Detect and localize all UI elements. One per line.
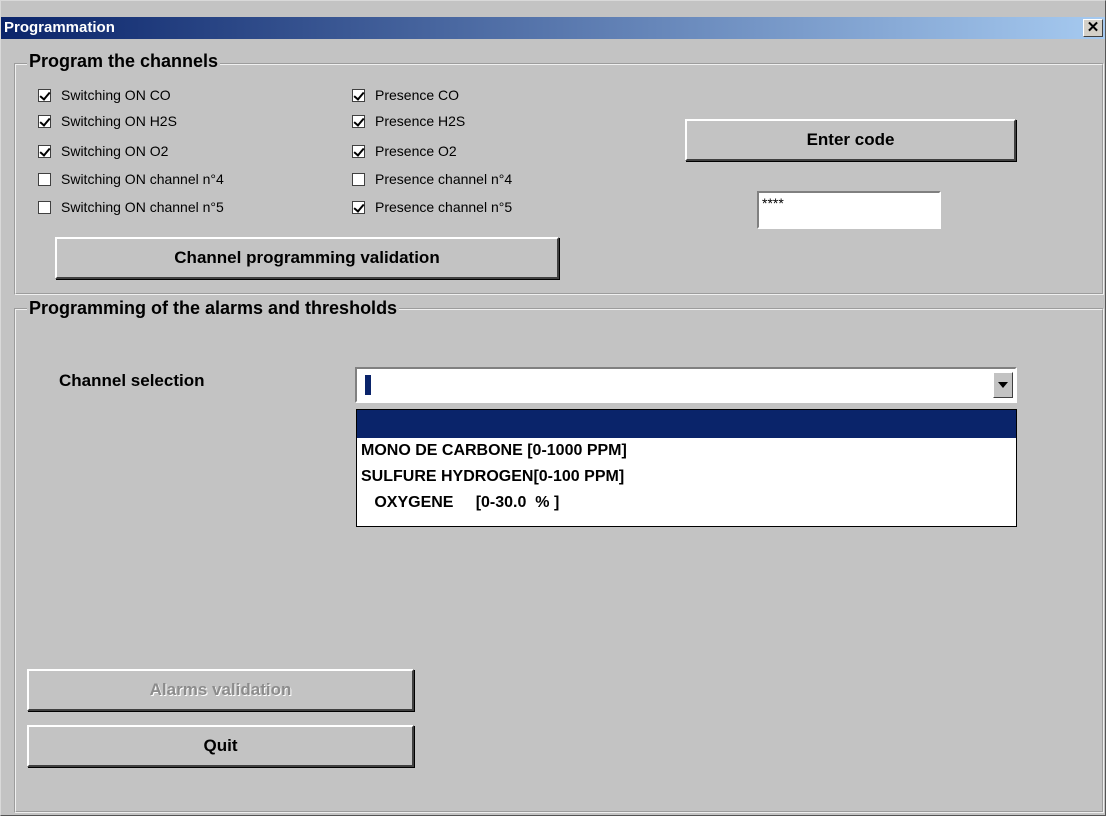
channels-group-title: Program the channels xyxy=(27,51,221,72)
presence-checkbox-5[interactable]: Presence channel n°5 xyxy=(352,199,512,215)
dropdown-option[interactable]: MONO DE CARBONE [0-1000 PPM] xyxy=(357,438,1016,464)
channel-selection-label: Channel selection xyxy=(59,371,205,390)
channel-programming-validation-button[interactable]: Channel programming validation xyxy=(55,237,559,279)
code-field[interactable]: **** xyxy=(757,191,941,229)
dropdown-option[interactable]: OXYGENE [0-30.0 % ] xyxy=(357,490,1016,516)
checkbox-checked-icon[interactable] xyxy=(352,144,365,158)
checkbox-unchecked-icon[interactable] xyxy=(352,172,365,186)
switching-label: Switching ON H2S xyxy=(61,113,177,129)
title-bar[interactable]: Programmation ✕ xyxy=(1,17,1105,39)
checkbox-checked-icon[interactable] xyxy=(352,88,365,102)
enter-code-button[interactable]: Enter code xyxy=(685,119,1016,161)
dropdown-button[interactable] xyxy=(993,372,1013,398)
switching-label: Switching ON CO xyxy=(61,87,171,103)
close-icon[interactable]: ✕ xyxy=(1083,19,1103,37)
checkbox-checked-icon[interactable] xyxy=(352,200,365,214)
text-caret xyxy=(365,375,371,395)
programmation-window: Programmation ✕ Program the channels Cha… xyxy=(0,0,1106,816)
switching-checkbox-4[interactable]: Switching ON channel n°4 xyxy=(38,171,224,187)
switching-checkbox-5[interactable]: Switching ON channel n°5 xyxy=(38,199,224,215)
checkbox-unchecked-icon[interactable] xyxy=(38,200,51,214)
presence-label: Presence O2 xyxy=(375,143,457,159)
dropdown-option[interactable]: SULFURE HYDROGEN[0-100 PPM] xyxy=(357,464,1016,490)
presence-label: Presence channel n°4 xyxy=(375,171,513,187)
checkbox-checked-icon[interactable] xyxy=(38,88,51,102)
alarms-group-title: Programming of the alarms and thresholds xyxy=(27,298,400,319)
presence-label: Presence H2S xyxy=(375,113,466,129)
presence-label: Presence channel n°5 xyxy=(375,199,513,215)
switching-checkbox-3[interactable]: Switching ON O2 xyxy=(38,143,168,159)
checkbox-checked-icon[interactable] xyxy=(38,114,51,128)
checkbox-checked-icon[interactable] xyxy=(352,114,365,128)
presence-checkbox-4[interactable]: Presence channel n°4 xyxy=(352,171,512,187)
window-title: Programmation xyxy=(4,19,115,36)
presence-checkbox-2[interactable]: Presence H2S xyxy=(352,113,465,129)
dropdown-option[interactable] xyxy=(357,410,1016,438)
alarms-validation-button[interactable]: Alarms validation xyxy=(27,669,414,711)
quit-button[interactable]: Quit xyxy=(27,725,414,767)
switching-checkbox-1[interactable]: Switching ON CO xyxy=(38,87,171,103)
channel-selection-combobox[interactable] xyxy=(355,367,1017,403)
presence-checkbox-3[interactable]: Presence O2 xyxy=(352,143,457,159)
switching-label: Switching ON channel n°4 xyxy=(61,171,224,187)
channel-dropdown-list[interactable]: MONO DE CARBONE [0-1000 PPM] SULFURE HYDR… xyxy=(356,409,1017,527)
switching-label: Switching ON channel n°5 xyxy=(61,199,224,215)
presence-checkbox-1[interactable]: Presence CO xyxy=(352,87,459,103)
checkbox-unchecked-icon[interactable] xyxy=(38,172,51,186)
checkbox-checked-icon[interactable] xyxy=(38,144,51,158)
chevron-down-icon xyxy=(998,382,1008,388)
presence-label: Presence CO xyxy=(375,87,460,103)
switching-label: Switching ON O2 xyxy=(61,143,169,159)
switching-checkbox-2[interactable]: Switching ON H2S xyxy=(38,113,177,129)
